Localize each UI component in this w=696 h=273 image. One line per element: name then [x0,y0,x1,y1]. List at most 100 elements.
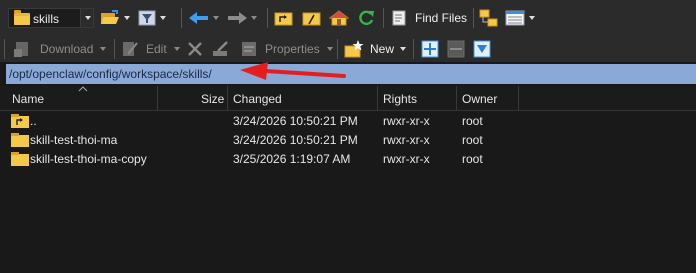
file-rights: rwxr-xr-x [383,114,430,128]
chevron-down-icon [326,47,333,51]
rename-button[interactable] [212,39,234,59]
sort-ascending-icon [78,86,88,92]
remove-button[interactable] [447,39,469,59]
annotation-arrow-icon [240,62,346,80]
view-mode-button[interactable] [505,9,539,27]
refresh-button[interactable] [356,9,378,27]
file-name: skill-test-thoi-ma [30,133,118,147]
edit-label: Edit [146,42,167,56]
file-changed: 3/24/2026 10:50:21 PM [233,114,358,128]
current-path: /opt/openclaw/config/workspace/skills/ [9,67,212,81]
file-name: .. [30,114,37,128]
toolbar-separator [413,39,414,59]
download-button[interactable]: Download [13,39,110,59]
minus-icon [447,40,465,58]
back-arrow-icon [189,12,208,24]
column-header-name[interactable]: Name [12,92,44,106]
filter-button[interactable] [138,9,172,27]
column-divider[interactable] [518,86,519,110]
tree-view-button[interactable] [479,9,501,27]
path-bar[interactable]: /opt/openclaw/config/workspace/skills/ [6,64,696,84]
root-directory-icon [302,12,321,26]
toolbar-separator [114,39,115,59]
root-directory-button[interactable] [302,9,324,27]
refresh-icon [359,10,374,26]
delete-button[interactable] [186,39,208,59]
properties-icon [242,42,256,56]
open-folder-icon [101,10,119,24]
select-files-button[interactable] [473,39,495,59]
new-item-icon [344,40,364,58]
file-rights: rwxr-xr-x [383,133,430,147]
chevron-down-icon [160,16,166,20]
file-owner: root [462,133,483,147]
file-owner: root [462,152,483,166]
column-header-changed[interactable]: Changed [233,92,282,106]
edit-button[interactable]: Edit [121,39,183,59]
filter-select-icon [473,40,491,58]
new-label: New [370,42,395,56]
column-header-owner[interactable]: Owner [462,92,497,106]
toolbar-separator [4,39,5,59]
column-header-rights[interactable]: Rights [383,92,417,106]
chevron-down-icon [100,47,107,51]
file-rights: rwxr-xr-x [383,152,430,166]
find-files-icon [392,10,406,26]
back-button[interactable] [188,9,224,27]
toolbar-separator [473,8,474,28]
chevron-down-icon [529,16,535,20]
file-list-header: Name Size Changed Rights Owner [0,86,696,111]
home-directory-button[interactable] [329,9,351,27]
new-button[interactable]: New [344,39,410,59]
add-button[interactable] [421,39,443,59]
delete-icon [188,42,202,56]
parent-directory-button[interactable] [274,9,296,27]
location-combo[interactable]: skills [8,8,94,28]
chevron-down-icon [400,47,407,51]
rename-icon [213,41,228,56]
file-name: skill-test-thoi-ma-copy [30,152,147,166]
column-divider[interactable] [227,86,228,110]
chevron-down-icon [173,47,180,51]
download-icon [14,42,28,57]
file-changed: 3/25/2026 1:19:07 AM [233,152,351,166]
parent-folder-icon [11,114,29,128]
find-files-label: Find Files [415,11,468,25]
home-icon [329,10,349,26]
parent-directory-icon [274,12,293,26]
column-divider[interactable] [377,86,378,110]
toolbar-separator [337,39,338,59]
toolbar-separator [181,8,182,28]
column-divider[interactable] [456,86,457,110]
edit-icon [123,42,138,56]
plus-icon [421,40,439,58]
tree-view-icon [479,9,498,27]
chevron-down-icon [251,16,257,20]
properties-button[interactable]: Properties [240,39,335,59]
properties-label: Properties [265,42,320,56]
file-toolbar: Download Edit Properties New [0,36,696,62]
folder-icon [11,152,29,166]
filter-icon [138,10,156,26]
file-changed: 3/24/2026 10:50:21 PM [233,133,358,147]
chevron-down-icon [85,16,91,20]
find-files-button[interactable]: Find Files [391,9,471,27]
table-row[interactable]: skill-test-thoi-ma-copy 3/25/2026 1:19:0… [0,149,696,169]
table-row[interactable]: skill-test-thoi-ma 3/24/2026 10:50:21 PM… [0,130,696,150]
table-row[interactable]: .. 3/24/2026 10:50:21 PM rwxr-xr-x root [0,111,696,131]
column-header-size[interactable]: Size [201,92,224,106]
open-folder-button[interactable] [100,9,130,27]
folder-icon [14,10,30,25]
chevron-down-icon [124,16,130,20]
download-label: Download [40,42,94,56]
location-combo-value: skills [33,12,59,26]
location-combo-dropdown[interactable] [80,8,94,28]
details-view-icon [505,10,525,26]
folder-icon [11,133,29,147]
toolbar-separator [383,8,384,28]
main-toolbar: skills Find Files [0,0,696,36]
column-divider[interactable] [157,86,158,110]
chevron-down-icon [213,16,219,20]
forward-button[interactable] [226,9,262,27]
toolbar-separator [267,8,268,28]
